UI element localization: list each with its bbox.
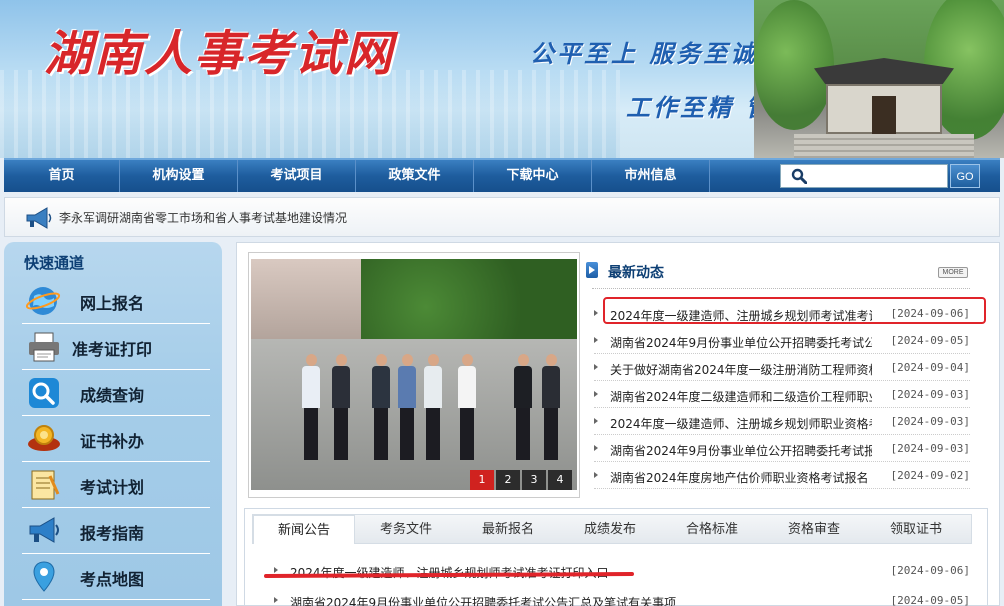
nav-item-organization[interactable]: 机构设置 bbox=[120, 160, 238, 192]
tab-passing-standard[interactable]: 合格标准 bbox=[661, 515, 763, 544]
search-go-button[interactable]: GO bbox=[950, 164, 980, 188]
globe-icon bbox=[26, 287, 61, 315]
quick-item-exam-site-map[interactable]: 考点地图 bbox=[22, 556, 210, 600]
tab-qualification-review[interactable]: 资格审查 bbox=[763, 515, 865, 544]
divider bbox=[592, 288, 970, 289]
bullet-icon bbox=[594, 364, 598, 370]
bullet-icon bbox=[594, 445, 598, 451]
news-date: [2024-09-03] bbox=[890, 388, 970, 401]
search-icon bbox=[791, 168, 807, 184]
latest-news-item[interactable]: 关于做好湖南省2024年度一级注册消防工程师资格 [2024-09-04] bbox=[594, 355, 974, 381]
slider-page-1[interactable]: 1 bbox=[470, 470, 494, 490]
latest-news-item[interactable]: 湖南省2024年度二级建造师和二级造价工程师职业 [2024-09-03] bbox=[594, 382, 974, 408]
arrow-icon bbox=[586, 262, 598, 278]
slider-page-4[interactable]: 4 bbox=[548, 470, 572, 490]
nav-item-policy[interactable]: 政策文件 bbox=[356, 160, 474, 192]
tab-news-item[interactable]: 湖南省2024年9月份事业单位公开招聘委托考试公告汇总及笔试有关事项 [2024… bbox=[270, 590, 970, 606]
latest-news-title: 最新动态 bbox=[608, 265, 664, 281]
news-date: [2024-09-03] bbox=[890, 415, 970, 428]
news-date: [2024-09-02] bbox=[890, 469, 970, 482]
site-banner: 湖南人事考试网 公平至上 服务至诚 工作至精 管理至严 bbox=[0, 0, 1004, 158]
news-date: [2024-09-05] bbox=[890, 594, 970, 606]
quick-access-title: 快速通道 bbox=[24, 254, 85, 272]
latest-news-item[interactable]: 湖南省2024年度房地产估价师职业资格考试报名 [2024-09-02] bbox=[594, 463, 974, 489]
quick-item-score-query[interactable]: 成绩查询 bbox=[22, 372, 210, 416]
quick-item-label: 考点地图 bbox=[80, 570, 145, 589]
news-title[interactable]: 2024年度一级建造师、注册城乡规划师职业资格考 bbox=[610, 415, 872, 432]
quick-item-label: 准考证打印 bbox=[72, 340, 153, 359]
banner-building-image bbox=[754, 0, 1004, 158]
slogan-line-1: 公平至上 服务至诚 bbox=[530, 39, 758, 68]
tab-news[interactable]: 新闻公告 bbox=[253, 515, 355, 544]
quick-access-panel: 快速通道 网上报名 准考证打印 成绩查询 证书补办 考试计划 报考指南 考点地图 bbox=[4, 242, 222, 606]
news-date: [2024-09-06] bbox=[890, 564, 970, 577]
search-input[interactable] bbox=[815, 167, 943, 185]
news-title[interactable]: 湖南省2024年9月份事业单位公开招聘委托考试报 bbox=[610, 442, 872, 459]
bullet-icon bbox=[274, 567, 278, 573]
news-title[interactable]: 湖南省2024年度房地产估价师职业资格考试报名 bbox=[610, 469, 872, 486]
quick-item-label: 报考指南 bbox=[80, 524, 145, 543]
megaphone-icon bbox=[29, 517, 59, 543]
latest-news-item[interactable]: 湖南省2024年9月份事业单位公开招聘委托考试报 [2024-09-03] bbox=[594, 436, 974, 462]
bullet-icon bbox=[594, 472, 598, 478]
announcement-bar: 李永军调研湖南省零工市场和省人事考试基地建设情况 bbox=[4, 197, 1000, 237]
latest-news-item[interactable]: 2024年度一级建造师、注册城乡规划师职业资格考 [2024-09-03] bbox=[594, 409, 974, 435]
quick-item-label: 考试计划 bbox=[80, 478, 145, 497]
bullet-icon bbox=[594, 310, 598, 316]
main-nav: 首页 机构设置 考试项目 政策文件 下载中心 市州信息 GO bbox=[4, 158, 1000, 192]
highlight-annotation bbox=[603, 297, 986, 324]
news-title[interactable]: 湖南省2024年9月份事业单位公开招聘委托考试公告汇总及笔试有关事项 bbox=[290, 594, 676, 606]
news-date: [2024-09-05] bbox=[890, 334, 970, 347]
latest-news-item[interactable]: 湖南省2024年9月份事业单位公开招聘委托考试公 [2024-09-05] bbox=[594, 328, 974, 354]
quick-item-exam-guide[interactable]: 报考指南 bbox=[22, 510, 210, 554]
tab-certificate-collection[interactable]: 领取证书 bbox=[865, 515, 967, 544]
more-button[interactable]: MORE bbox=[938, 267, 968, 278]
news-title[interactable]: 湖南省2024年9月份事业单位公开招聘委托考试公 bbox=[610, 334, 872, 351]
quick-item-label: 证书补办 bbox=[80, 432, 145, 451]
quick-item-exam-plan[interactable]: 考试计划 bbox=[22, 464, 210, 508]
bullet-icon bbox=[274, 597, 278, 603]
quick-item-certificate-reissue[interactable]: 证书补办 bbox=[22, 418, 210, 462]
news-title[interactable]: 湖南省2024年度二级建造师和二级造价工程师职业 bbox=[610, 388, 872, 405]
megaphone-icon bbox=[26, 207, 52, 229]
tab-score-release[interactable]: 成绩发布 bbox=[559, 515, 661, 544]
search-box bbox=[780, 164, 948, 188]
quick-item-label: 成绩查询 bbox=[80, 386, 145, 405]
news-photo[interactable] bbox=[251, 259, 577, 490]
site-title[interactable]: 湖南人事考试网 bbox=[44, 14, 394, 84]
medal-icon bbox=[28, 425, 60, 451]
printer-icon bbox=[29, 332, 59, 362]
quick-item-online-registration[interactable]: 网上报名 bbox=[22, 280, 210, 324]
announcement-link[interactable]: 李永军调研湖南省零工市场和省人事考试基地建设情况 bbox=[59, 209, 347, 226]
nav-item-city-info[interactable]: 市州信息 bbox=[592, 160, 710, 192]
tab-exam-documents[interactable]: 考务文件 bbox=[355, 515, 457, 544]
news-title[interactable]: 关于做好湖南省2024年度一级注册消防工程师资格 bbox=[610, 361, 872, 378]
news-date: [2024-09-04] bbox=[890, 361, 970, 374]
slider-page-3[interactable]: 3 bbox=[522, 470, 546, 490]
bullet-icon bbox=[594, 418, 598, 424]
notepad-icon bbox=[31, 470, 60, 500]
bullet-icon bbox=[594, 337, 598, 343]
news-date: [2024-09-03] bbox=[890, 442, 970, 455]
tab-latest-registration[interactable]: 最新报名 bbox=[457, 515, 559, 544]
slider-page-2[interactable]: 2 bbox=[496, 470, 520, 490]
map-pin-icon bbox=[33, 561, 55, 592]
nav-item-downloads[interactable]: 下载中心 bbox=[474, 160, 592, 192]
quick-item-admission-ticket[interactable]: 准考证打印 bbox=[22, 326, 210, 370]
nav-item-home[interactable]: 首页 bbox=[4, 160, 120, 192]
bullet-icon bbox=[594, 391, 598, 397]
quick-item-label: 网上报名 bbox=[80, 294, 145, 313]
nav-item-exams[interactable]: 考试项目 bbox=[238, 160, 356, 192]
magnifier-icon bbox=[29, 378, 59, 408]
